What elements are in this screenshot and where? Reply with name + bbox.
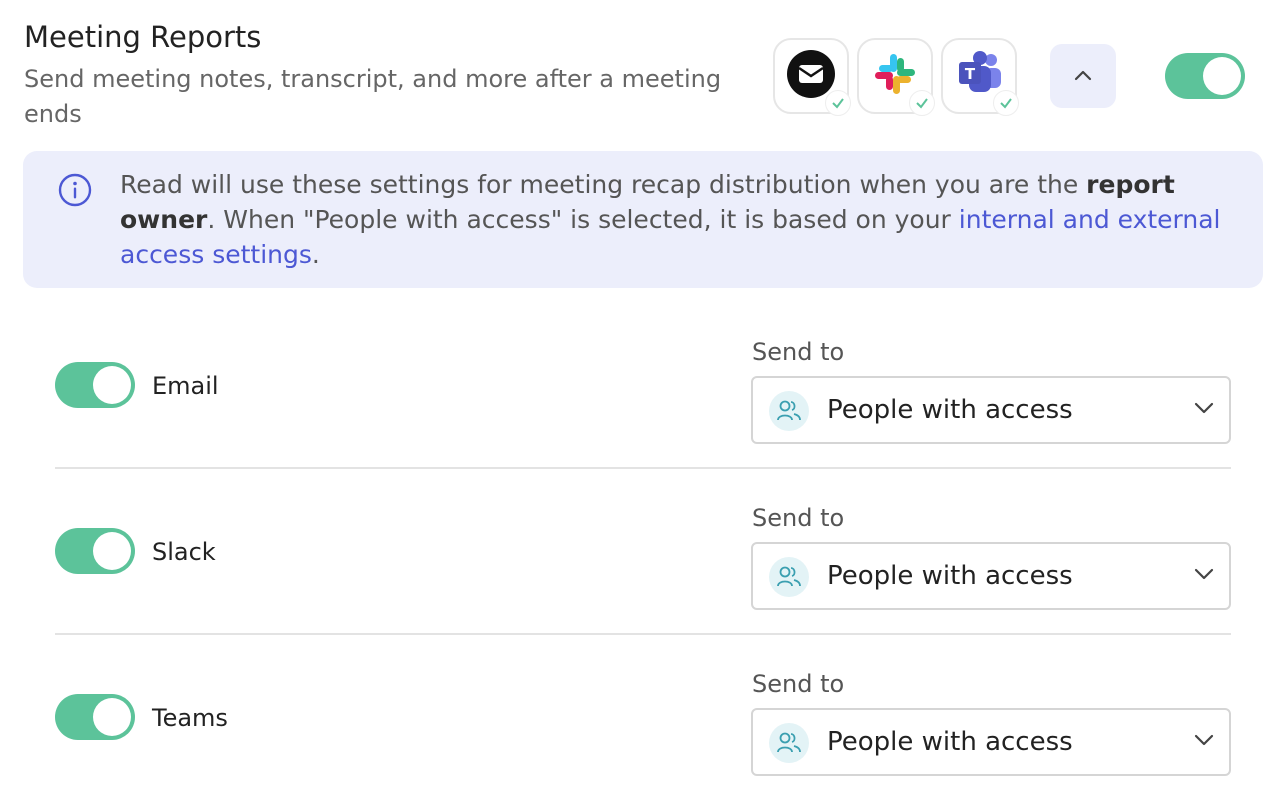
chevron-up-icon [1073,67,1093,86]
people-icon [769,723,809,763]
teams-app-button[interactable]: T [941,38,1019,116]
teams-label: Teams [152,704,228,732]
slack-label: Slack [152,538,216,566]
check-icon [825,90,851,116]
section-title: Meeting Reports [24,20,262,54]
section-header: Meeting Reports Send meeting notes, tran… [24,18,744,132]
chevron-down-icon [1193,566,1215,585]
section-subtitle: Send meeting notes, transcript, and more… [24,65,722,128]
info-icon [58,173,92,211]
check-icon [909,90,935,116]
toggle-knob [93,698,131,736]
email-toggle[interactable] [55,362,135,408]
meeting-reports-toggle[interactable] [1165,53,1245,99]
chevron-down-icon [1193,732,1215,751]
email-label: Email [152,372,219,400]
info-text-part: Read will use these settings for meeting… [120,170,1087,199]
email-send-to-select[interactable]: People with access [751,376,1231,444]
info-banner: Read will use these settings for meeting… [23,151,1263,288]
slack-app-button[interactable] [857,38,935,116]
teams-toggle[interactable] [55,694,135,740]
slack-send-to-select[interactable]: People with access [751,542,1231,610]
check-icon [993,90,1019,116]
select-value: People with access [827,395,1073,425]
collapse-button[interactable] [1050,44,1116,108]
row-divider [55,633,1231,635]
chevron-down-icon [1193,400,1215,419]
slack-toggle[interactable] [55,528,135,574]
select-value: People with access [827,727,1073,757]
email-app-button[interactable] [773,38,851,116]
svg-text:T: T [965,65,976,83]
toggle-knob [93,532,131,570]
row-divider [55,467,1231,469]
info-text-part: . [311,240,320,269]
info-text-part: . When "People with access" is selected,… [207,205,959,234]
info-text: Read will use these settings for meeting… [120,167,1245,272]
send-to-label: Send to [752,504,845,532]
send-to-label: Send to [752,338,845,366]
toggle-knob [1203,57,1241,95]
toggle-knob [93,366,131,404]
teams-send-to-select[interactable]: People with access [751,708,1231,776]
people-icon [769,557,809,597]
send-to-label: Send to [752,670,845,698]
people-icon [769,391,809,431]
select-value: People with access [827,561,1073,591]
